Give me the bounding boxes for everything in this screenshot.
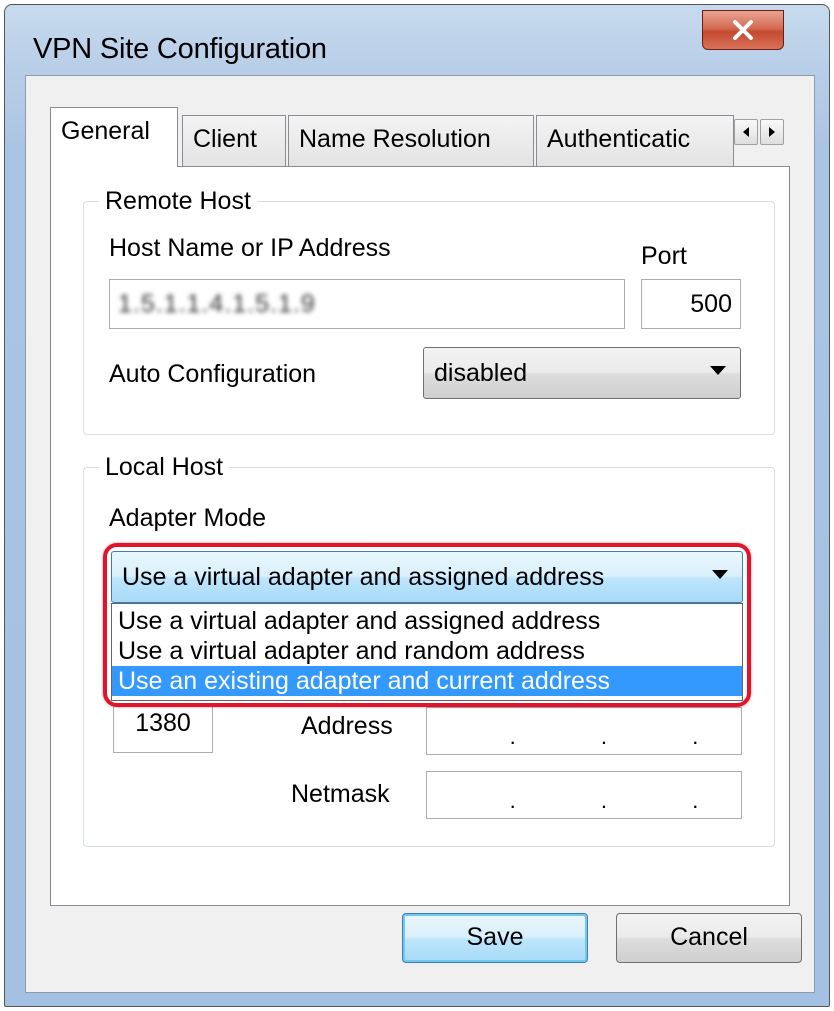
cancel-button[interactable]: Cancel	[616, 913, 802, 963]
chevron-down-icon	[712, 570, 728, 579]
host-name-value: 1.5.1.1.4.1.5.1.9	[118, 290, 316, 318]
adapter-option-virtual-random[interactable]: Use a virtual adapter and random address	[112, 636, 742, 666]
tab-panel-general: Remote Host Host Name or IP Address Port…	[50, 166, 790, 906]
chevron-down-icon	[710, 366, 726, 375]
host-name-input[interactable]: 1.5.1.1.4.1.5.1.9	[109, 279, 625, 329]
window-frame: VPN Site Configuration General Client Na…	[4, 4, 830, 1007]
close-button[interactable]	[702, 10, 784, 50]
tab-scroll-left-button[interactable]	[734, 119, 758, 145]
remote-host-label: Remote Host	[99, 186, 257, 216]
port-label: Port	[641, 242, 687, 270]
auto-configuration-value: disabled	[434, 359, 528, 387]
arrow-right-icon	[769, 127, 775, 137]
tab-scroll-right-button[interactable]	[760, 119, 784, 145]
netmask-input[interactable]: . . .	[426, 771, 742, 819]
adapter-mode-label: Adapter Mode	[109, 504, 267, 532]
host-name-label: Host Name or IP Address	[109, 234, 391, 262]
tab-scroll-arrows	[734, 119, 784, 147]
ip-dot: .	[692, 788, 699, 813]
tab-authentication[interactable]: Authenticatic	[536, 115, 734, 167]
auto-configuration-select[interactable]: disabled	[423, 347, 741, 399]
adapter-mode-dropdown-list: Use a virtual adapter and assigned addre…	[111, 603, 743, 701]
ip-dot: .	[509, 724, 516, 749]
ip-dot: .	[509, 788, 516, 813]
adapter-option-existing-current[interactable]: Use an existing adapter and current addr…	[112, 666, 742, 696]
window-title: VPN Site Configuration	[33, 33, 327, 65]
mtu-input[interactable]: 1380	[113, 705, 213, 753]
ip-dot: .	[692, 724, 699, 749]
save-button[interactable]: Save	[402, 913, 588, 963]
arrow-left-icon	[743, 127, 749, 137]
adapter-option-virtual-assigned[interactable]: Use a virtual adapter and assigned addre…	[112, 606, 742, 636]
ip-dot: .	[600, 788, 608, 813]
adapter-mode-value: Use a virtual adapter and assigned addre…	[122, 563, 605, 591]
auto-configuration-label: Auto Configuration	[109, 360, 317, 388]
dialog-client-area: General Client Name Resolution Authentic…	[25, 75, 815, 993]
address-input[interactable]: . . .	[426, 707, 742, 755]
address-label: Address	[301, 712, 393, 740]
close-icon	[733, 20, 753, 40]
ip-dot: .	[600, 724, 608, 749]
tab-general[interactable]: General	[50, 107, 178, 167]
tab-client[interactable]: Client	[182, 115, 286, 167]
netmask-label: Netmask	[291, 780, 390, 808]
tab-name-resolution[interactable]: Name Resolution	[288, 115, 534, 167]
local-host-label: Local Host	[99, 452, 230, 482]
adapter-mode-select[interactable]: Use a virtual adapter and assigned addre…	[111, 551, 743, 603]
port-input[interactable]: 500	[641, 279, 741, 329]
